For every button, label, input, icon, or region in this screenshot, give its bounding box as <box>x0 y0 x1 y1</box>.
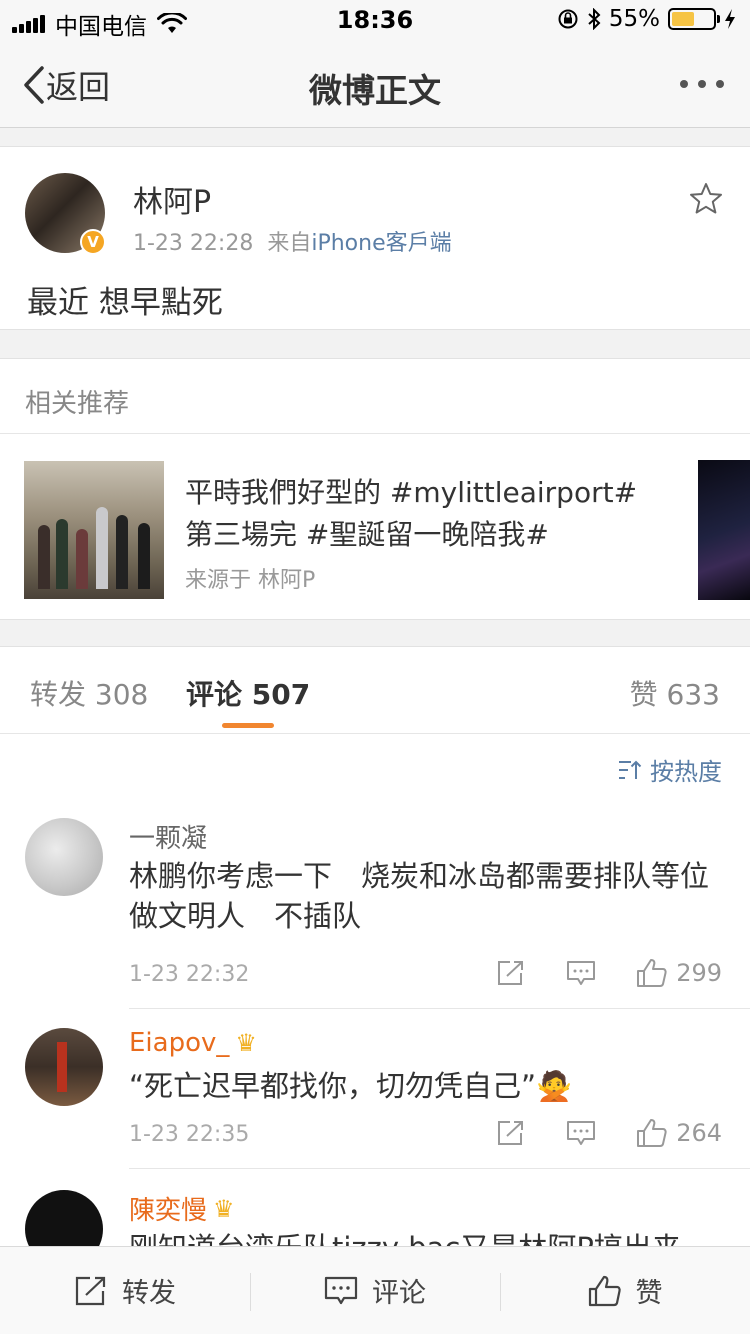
post-body: 最近 想早點死 <box>27 285 223 321</box>
commenter-avatar[interactable] <box>25 818 103 896</box>
thumbs-up-icon <box>588 1275 621 1306</box>
comment-list: 按热度 一颗凝 林鹏你考虑一下 烧炭和冰岛都需要排队等位 做文明人 不插队 1-… <box>0 734 750 1246</box>
post-author-name[interactable]: 林阿P <box>133 177 211 221</box>
commenter-avatar[interactable] <box>25 1028 103 1106</box>
battery-level <box>672 12 694 26</box>
sort-label: 按热度 <box>650 758 722 786</box>
reply-comment-button[interactable] <box>566 959 596 987</box>
comment-icon <box>324 1276 358 1304</box>
commenter-name-text: Eiapov_ <box>129 1028 230 1058</box>
comment-text: 刚知道台湾乐队tizzy bac又是林阿P搞出来的，太棒 <box>129 1228 729 1246</box>
dot-icon <box>716 80 724 88</box>
commenter-name[interactable]: Eiapov_ ♛ <box>129 1028 257 1058</box>
verified-badge-icon: V <box>80 229 106 255</box>
orientation-lock-icon <box>558 9 578 29</box>
comment-icon <box>567 1121 596 1145</box>
divider <box>129 1168 750 1169</box>
comment-text: 林鹏你考虑一下 烧炭和冰岛都需要排队等位 做文明人 不插队 <box>129 859 739 933</box>
post-timestamp: 1-23 22:28 <box>133 231 254 256</box>
post-source-prefix: 来自 <box>267 231 312 256</box>
charging-icon <box>725 9 735 29</box>
battery-percent: 55% <box>608 6 660 32</box>
related-header-label: 相关推荐 <box>25 389 130 419</box>
more-button[interactable] <box>670 80 724 88</box>
comment-time: 1-23 22:35 <box>129 1122 250 1147</box>
like-count: 264 <box>676 1119 722 1147</box>
share-comment-button[interactable] <box>496 959 526 987</box>
like-button[interactable]: 赞 <box>500 1247 750 1334</box>
like-label: 赞 <box>635 1278 663 1309</box>
thumbs-up-icon <box>637 1119 667 1147</box>
nav-bar: 返回 微博正文 <box>0 40 750 128</box>
vip-crown-icon: ♛ <box>213 1194 235 1223</box>
comment-time: 1-23 22:32 <box>129 962 250 987</box>
favorite-star-icon[interactable] <box>688 181 724 217</box>
comment-icon <box>567 961 596 985</box>
sort-button[interactable]: 按热度 <box>618 752 722 787</box>
post-tabs: 转发 308 评论 507 赞 633 <box>0 646 750 734</box>
comment-item: 陳奕慢♛ 刚知道台湾乐队tizzy bac又是林阿P搞出来的，太棒 <box>0 1190 750 1246</box>
battery-icon <box>668 8 720 30</box>
thumbs-up-icon <box>637 959 667 987</box>
bluetooth-icon <box>588 8 601 30</box>
related-title: 平時我們好型的 #mylittleairport# 第三場完 #聖誕留一晚陪我# <box>185 476 638 551</box>
related-card[interactable]: 平時我們好型的 #mylittleairport# 第三場完 #聖誕留一晚陪我#… <box>0 434 750 620</box>
page-title: 微博正文 <box>309 71 441 110</box>
like-comment-button[interactable]: 299 <box>636 958 722 988</box>
post-meta: 1-23 22:28 来自iPhone客戶端 <box>133 225 452 257</box>
commenter-name-text: 陳奕慢 <box>129 1196 208 1226</box>
related-header: 相关推荐 <box>0 358 750 434</box>
related-source: 来源于 林阿P <box>185 568 316 593</box>
post-card: V 林阿P 1-23 22:28 来自iPhone客戶端 最近 想早點死 <box>0 146 750 330</box>
commenter-name-text: 一颗凝 <box>129 824 208 854</box>
comment-text: “死亡迟早都找你，切勿凭自己”🙅 <box>129 1069 573 1103</box>
share-icon <box>75 1276 106 1305</box>
repost-label: 转发 <box>122 1278 176 1309</box>
share-comment-button[interactable] <box>496 1119 526 1147</box>
comment-item: Eiapov_ ♛ “死亡迟早都找你，切勿凭自己”🙅 1-23 22:35 26… <box>0 1028 750 1188</box>
post-source[interactable]: iPhone客戶端 <box>311 231 451 256</box>
related-thumbnail <box>24 461 164 599</box>
repost-button[interactable]: 转发 <box>0 1247 250 1334</box>
comment-label: 评论 <box>372 1278 426 1309</box>
reply-comment-button[interactable] <box>566 1119 596 1147</box>
divider <box>129 1008 750 1009</box>
status-bar: 中国电信 18:36 55% <box>0 0 750 40</box>
vip-crown-icon: ♛ <box>235 1029 257 1057</box>
share-icon <box>498 961 524 985</box>
comment-actions: 299 <box>456 958 722 988</box>
dot-icon <box>698 80 706 88</box>
tab-active-indicator <box>222 723 274 728</box>
like-count: 299 <box>676 959 722 987</box>
like-comment-button[interactable]: 264 <box>636 1118 722 1148</box>
commenter-name[interactable]: 陳奕慢 ♛ <box>129 1190 235 1227</box>
commenter-name[interactable]: 一颗凝 <box>129 818 207 855</box>
related-thumbnail-next[interactable] <box>698 460 750 600</box>
commenter-avatar[interactable] <box>25 1190 103 1246</box>
comment-button[interactable]: 评论 <box>250 1247 500 1334</box>
comment-actions: 264 <box>456 1118 722 1148</box>
sort-icon <box>619 760 642 779</box>
comment-item: 一颗凝 林鹏你考虑一下 烧炭和冰岛都需要排队等位 做文明人 不插队 1-23 2… <box>0 818 750 1009</box>
tab-like[interactable]: 赞 633 <box>630 673 720 713</box>
share-icon <box>498 1121 524 1145</box>
dot-icon <box>680 80 688 88</box>
bottom-action-bar: 转发 评论 赞 <box>0 1246 750 1334</box>
tab-repost[interactable]: 转发 308 <box>30 673 148 713</box>
avatar-detail <box>57 1042 67 1092</box>
tab-comment[interactable]: 评论 507 <box>186 673 310 713</box>
